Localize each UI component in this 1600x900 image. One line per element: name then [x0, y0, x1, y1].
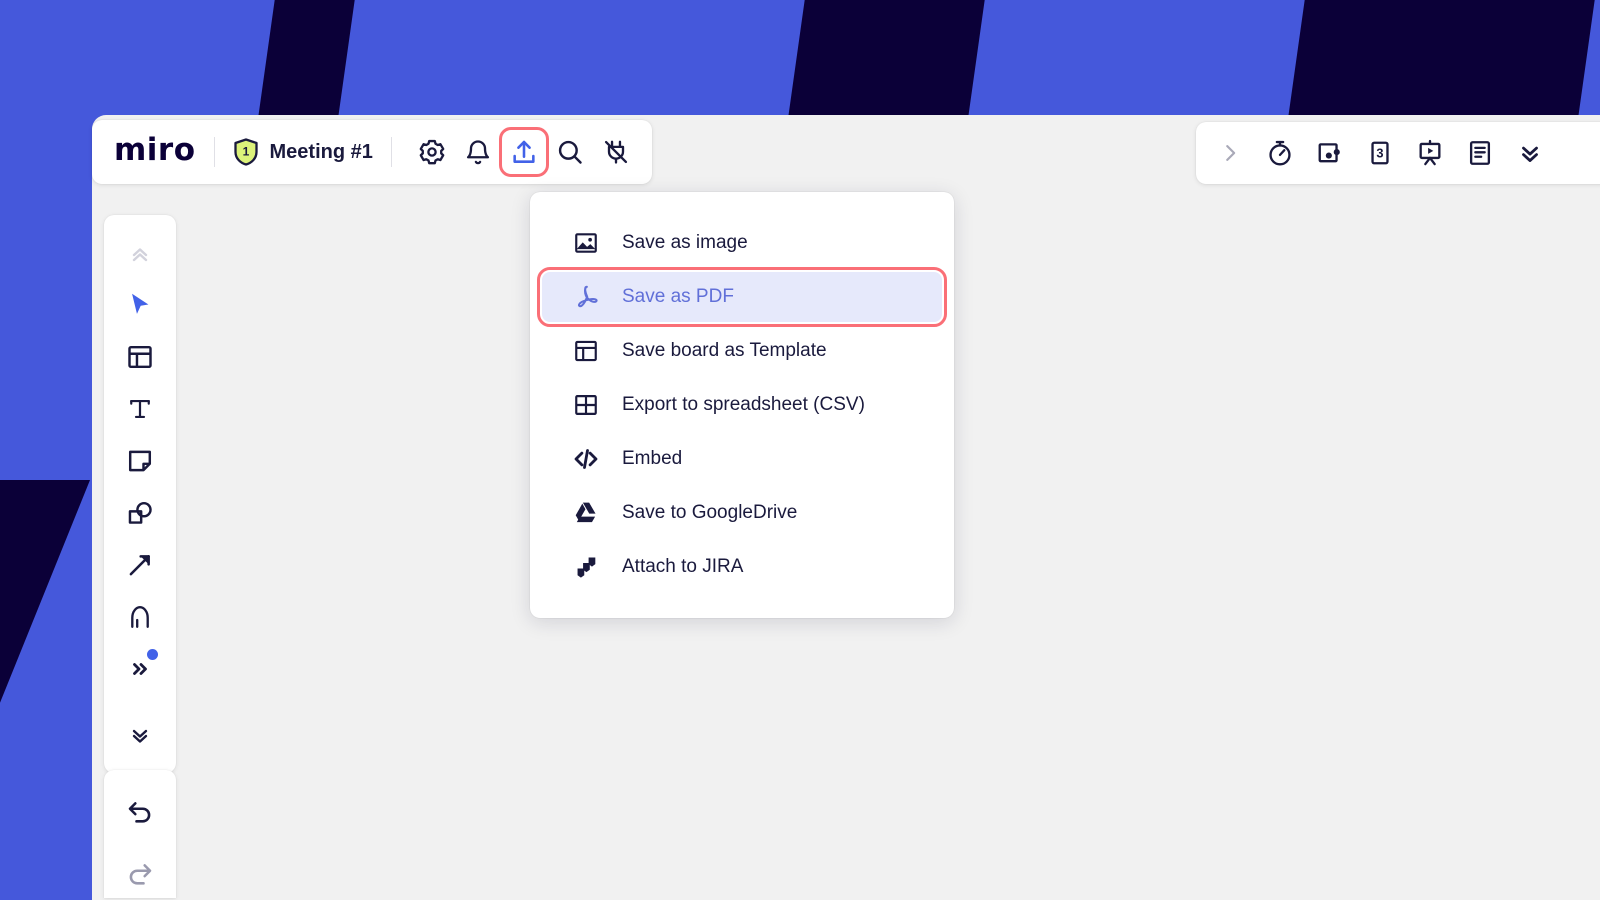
expand-chevron-right-button[interactable] — [1208, 131, 1252, 175]
top-right-toolbar: 3 — [1196, 122, 1600, 184]
miro-logo: miro — [114, 132, 196, 168]
image-icon — [572, 229, 600, 257]
presentation-button[interactable] — [1408, 131, 1452, 175]
expand-chevron-right-icon — [1219, 142, 1241, 164]
upload-export-icon — [510, 138, 538, 166]
voting-button[interactable] — [1308, 131, 1352, 175]
sticky-note-icon — [126, 447, 154, 475]
pdf-acrobat-icon — [572, 283, 600, 311]
more-tools-badge-dot — [147, 649, 158, 660]
svg-text:1: 1 — [242, 145, 249, 159]
redo-button[interactable] — [115, 850, 165, 898]
menu-item-label: Embed — [622, 448, 683, 469]
google-drive-icon — [572, 499, 600, 527]
arrow-connector-button[interactable] — [115, 541, 165, 589]
shapes-icon — [126, 499, 154, 527]
menu-item-label: Save as image — [622, 232, 748, 253]
templates-button[interactable] — [115, 333, 165, 381]
top-left-header-bar: miro 1 Meeting #1 — [92, 120, 652, 184]
board-privacy-shield-icon: 1 — [233, 138, 259, 166]
cursor-select-icon — [126, 291, 154, 319]
menu-item-save-board-as-template[interactable]: Save board as Template — [542, 326, 942, 376]
board-title-group[interactable]: 1 Meeting #1 — [233, 138, 373, 166]
search-icon — [556, 138, 584, 166]
cards-3-button[interactable]: 3 — [1358, 131, 1402, 175]
undo-icon — [126, 798, 154, 826]
background-stripe — [0, 480, 90, 900]
menu-item-label: Save as PDF — [622, 286, 734, 307]
more-tools-button[interactable] — [115, 645, 165, 693]
cursor-select-button[interactable] — [115, 281, 165, 329]
shapes-button[interactable] — [115, 489, 165, 537]
expand-down-icon — [128, 723, 152, 747]
history-toolbar — [104, 770, 176, 898]
menu-item-save-as-image[interactable]: Save as image — [542, 218, 942, 268]
timer-button[interactable] — [1258, 131, 1302, 175]
collapse-double-chevron-icon — [1517, 140, 1543, 166]
menu-item-save-to-googledrive[interactable]: Save to GoogleDrive — [542, 488, 942, 538]
apps-plugin-button[interactable] — [594, 130, 638, 174]
menu-item-label: Save board as Template — [622, 340, 827, 361]
left-tools-toolbar — [104, 215, 176, 773]
more-tools-icon — [128, 657, 152, 681]
collapse-double-chevron-button[interactable] — [1508, 131, 1552, 175]
notes-document-icon — [1466, 139, 1494, 167]
collapse-up-button[interactable] — [115, 229, 165, 277]
cards-3-icon: 3 — [1366, 139, 1394, 167]
presentation-icon — [1416, 139, 1444, 167]
text-button[interactable] — [115, 385, 165, 433]
template-icon — [572, 337, 600, 365]
sticky-note-button[interactable] — [115, 437, 165, 485]
menu-item-attach-to-jira[interactable]: Attach to JIRA — [542, 542, 942, 592]
collapse-up-icon — [128, 241, 152, 265]
board-title[interactable]: Meeting #1 — [270, 141, 373, 164]
notes-document-button[interactable] — [1458, 131, 1502, 175]
menu-item-save-as-pdf[interactable]: Save as PDF — [537, 267, 947, 327]
menu-item-label: Save to GoogleDrive — [622, 502, 798, 523]
pen-draw-icon — [126, 603, 154, 631]
pen-draw-button[interactable] — [115, 593, 165, 641]
menu-item-export-csv[interactable]: Export to spreadsheet (CSV) — [542, 380, 942, 430]
code-embed-icon — [572, 445, 600, 473]
expand-down-button[interactable] — [115, 711, 165, 759]
settings-gear-icon — [418, 138, 446, 166]
header-divider-2 — [390, 137, 392, 167]
settings-gear-button[interactable] — [410, 130, 454, 174]
menu-item-label: Attach to JIRA — [622, 556, 744, 577]
upload-export-button[interactable] — [498, 127, 549, 177]
notifications-bell-button[interactable] — [456, 130, 500, 174]
svg-text:3: 3 — [1376, 146, 1383, 161]
redo-icon — [126, 860, 154, 888]
apps-plugin-icon — [602, 138, 630, 166]
export-dropdown-menu: Save as image Save as PDF Save board as … — [530, 192, 954, 618]
header-divider-1 — [213, 137, 215, 167]
menu-item-label: Export to spreadsheet (CSV) — [622, 394, 865, 415]
arrow-connector-icon — [126, 551, 154, 579]
voting-icon — [1316, 139, 1344, 167]
notifications-bell-icon — [464, 138, 492, 166]
table-grid-icon — [572, 391, 600, 419]
templates-icon — [126, 343, 154, 371]
search-button[interactable] — [548, 130, 592, 174]
timer-icon — [1266, 139, 1294, 167]
undo-button[interactable] — [115, 788, 165, 836]
text-icon — [126, 395, 154, 423]
menu-item-embed[interactable]: Embed — [542, 434, 942, 484]
jira-icon — [572, 553, 600, 581]
